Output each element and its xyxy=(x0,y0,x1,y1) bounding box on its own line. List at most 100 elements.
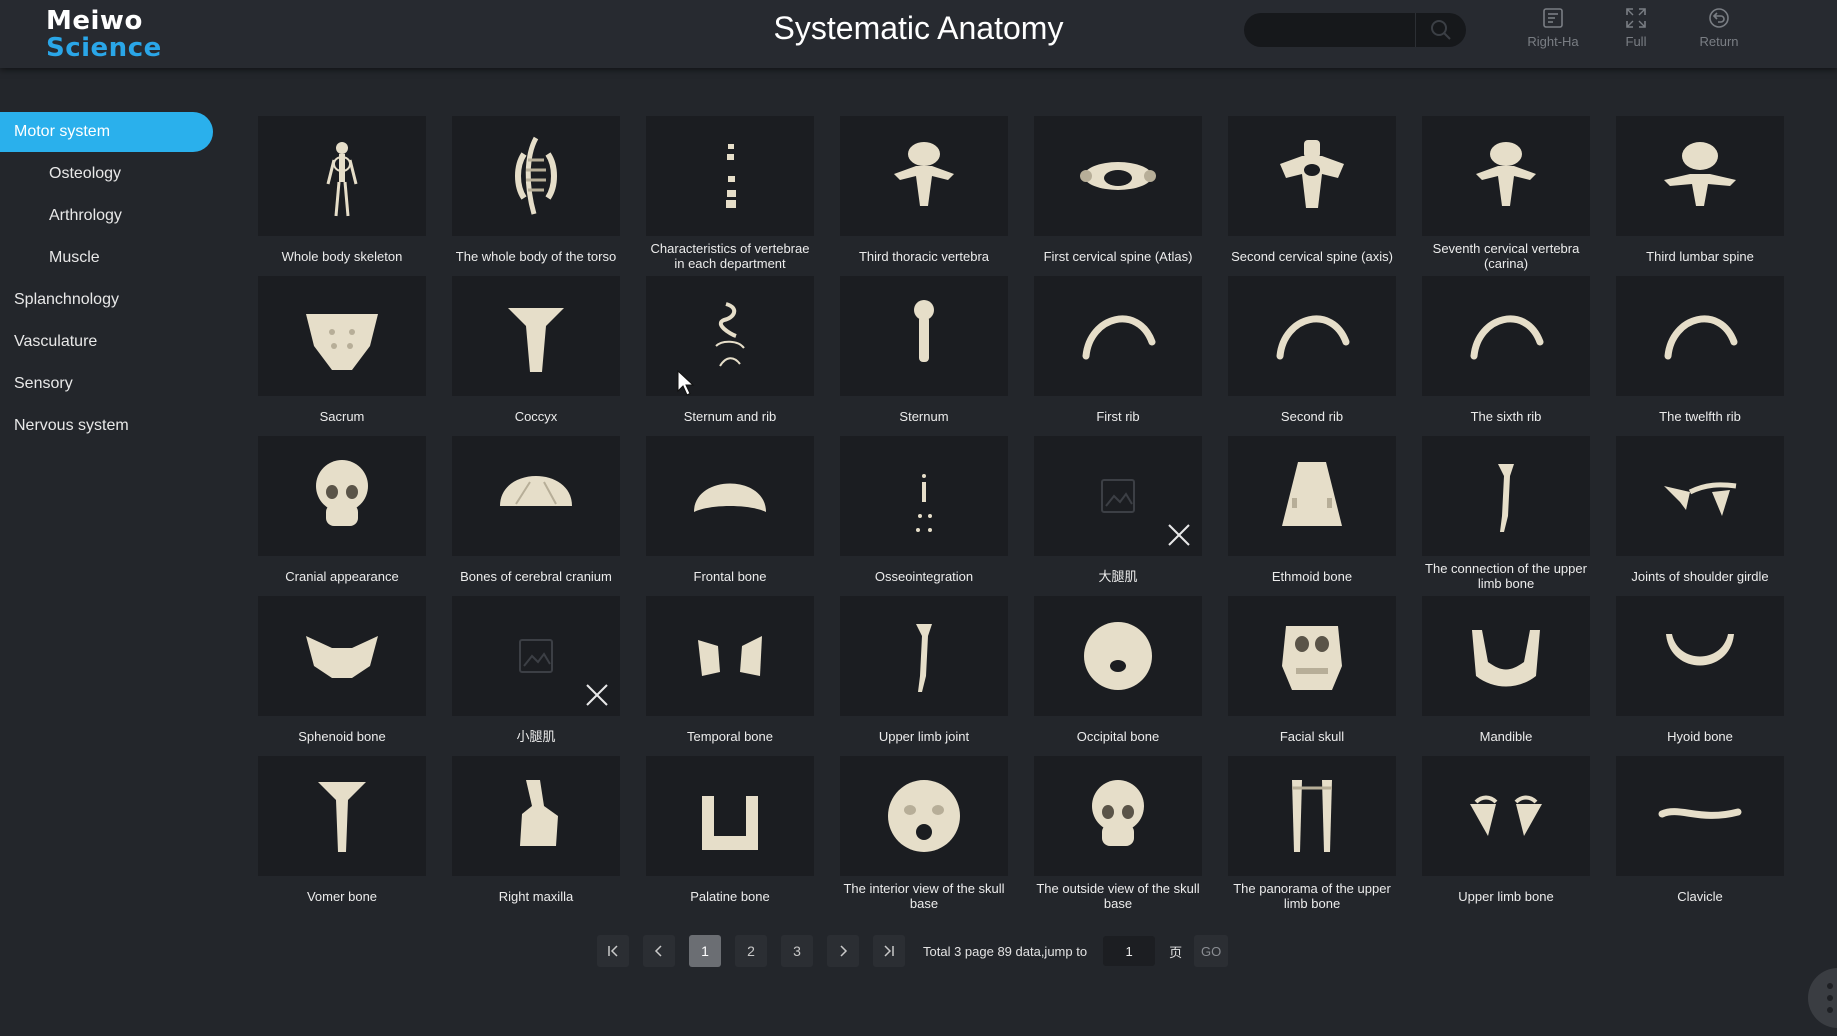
model-card[interactable]: Third lumbar spine xyxy=(1616,116,1784,276)
page-button-3[interactable]: 3 xyxy=(781,935,813,967)
model-card[interactable]: Second cervical spine (axis) xyxy=(1228,116,1396,276)
model-card[interactable]: Third thoracic vertebra xyxy=(840,116,1008,276)
model-thumbnail xyxy=(1034,436,1202,556)
model-caption: Sphenoid bone xyxy=(298,728,386,744)
sidebar-item-motor-system[interactable]: Motor system xyxy=(0,112,213,152)
model-caption: Bones of cerebral cranium xyxy=(460,568,612,584)
model-caption: Sacrum xyxy=(319,408,365,424)
sphenoid-bone-icon xyxy=(306,636,378,678)
model-card[interactable]: Joints of shoulder girdle xyxy=(1616,436,1784,596)
model-caption: Osseointegration xyxy=(874,568,974,584)
model-card[interactable]: Cranial appearance xyxy=(258,436,426,596)
model-card[interactable]: Clavicle xyxy=(1616,756,1784,916)
model-card[interactable]: Vomer bone xyxy=(258,756,426,916)
model-card[interactable]: Sacrum xyxy=(258,276,426,436)
full-screen-button[interactable]: Full xyxy=(1596,6,1676,49)
right-hand-button[interactable]: Right-Ha xyxy=(1513,6,1593,49)
temporal-bone-icon xyxy=(698,636,762,676)
menu-dot-icon xyxy=(1827,995,1833,1001)
model-card[interactable]: Osseointegration xyxy=(840,436,1008,596)
model-caption: Sternum xyxy=(899,408,949,424)
model-card[interactable]: Upper limb joint xyxy=(840,596,1008,756)
model-card[interactable]: Whole body skeleton xyxy=(258,116,426,276)
model-card[interactable]: Temporal bone xyxy=(646,596,814,756)
model-caption: Palatine bone xyxy=(690,888,770,904)
model-card[interactable]: Characteristics of vertebrae in each dep… xyxy=(646,116,814,276)
sidebar-item-sensory[interactable]: Sensory xyxy=(0,364,214,404)
model-card[interactable]: The panorama of the upper limb bone xyxy=(1228,756,1396,916)
model-caption: Frontal bone xyxy=(693,568,767,584)
model-thumbnail xyxy=(1228,116,1396,236)
sidebar-item-muscle[interactable]: Muscle xyxy=(0,238,214,278)
model-card[interactable]: Frontal bone xyxy=(646,436,814,596)
model-card[interactable]: Right maxilla xyxy=(452,756,620,916)
page-button-1[interactable]: 1 xyxy=(689,935,721,967)
model-card[interactable]: 大腿肌 xyxy=(1034,436,1202,596)
last-page-button[interactable] xyxy=(873,935,905,967)
vomer-bone-icon xyxy=(318,782,366,852)
model-thumbnail xyxy=(258,116,426,236)
model-thumbnail xyxy=(646,276,814,396)
sidebar-item-vasculature[interactable]: Vasculature xyxy=(0,322,214,362)
chevron-left-icon xyxy=(654,945,662,957)
rib-icon xyxy=(1276,315,1350,360)
rib-icon xyxy=(1082,315,1156,360)
spine-torso-icon xyxy=(515,136,557,215)
model-card[interactable]: Second rib xyxy=(1228,276,1396,436)
model-card[interactable]: The connection of the upper limb bone xyxy=(1422,436,1590,596)
model-card[interactable]: Palatine bone xyxy=(646,756,814,916)
model-card[interactable]: The outside view of the skull base xyxy=(1034,756,1202,916)
model-card[interactable]: Hyoid bone xyxy=(1616,596,1784,756)
model-card[interactable]: Sternum xyxy=(840,276,1008,436)
close-icon[interactable] xyxy=(1166,522,1192,548)
model-card[interactable]: 小腿肌 xyxy=(452,596,620,756)
page-button-2[interactable]: 2 xyxy=(735,935,767,967)
model-card[interactable]: Occipital bone xyxy=(1034,596,1202,756)
arm-bones-pair-icon xyxy=(1292,780,1332,852)
model-card[interactable]: First rib xyxy=(1034,276,1202,436)
sidebar-item-arthrology[interactable]: Arthrology xyxy=(0,196,214,236)
model-card[interactable]: Mandible xyxy=(1422,596,1590,756)
prev-page-button[interactable] xyxy=(643,935,675,967)
occipital-bone-icon xyxy=(1084,622,1152,690)
model-card[interactable]: Bones of cerebral cranium xyxy=(452,436,620,596)
model-thumbnail xyxy=(258,276,426,396)
model-caption: First cervical spine (Atlas) xyxy=(1043,248,1193,264)
page-unit-label: 页 xyxy=(1169,944,1183,960)
model-caption: Temporal bone xyxy=(687,728,773,744)
sidebar-item-splanchnology[interactable]: Splanchnology xyxy=(0,280,214,320)
model-card[interactable]: Sternum and rib xyxy=(646,276,814,436)
close-icon[interactable] xyxy=(584,682,610,708)
model-card[interactable]: The interior view of the skull base xyxy=(840,756,1008,916)
search-button[interactable] xyxy=(1415,13,1466,47)
model-card[interactable]: Ethmoid bone xyxy=(1228,436,1396,596)
first-page-button[interactable] xyxy=(597,935,629,967)
model-card[interactable]: The sixth rib xyxy=(1422,276,1590,436)
model-card[interactable]: The twelfth rib xyxy=(1616,276,1784,436)
jump-page-input[interactable] xyxy=(1103,936,1156,966)
floating-menu-button[interactable] xyxy=(1808,968,1837,1028)
model-card[interactable]: Facial skull xyxy=(1228,596,1396,756)
logo: Meiwo Science xyxy=(46,8,162,61)
model-card[interactable]: Coccyx xyxy=(452,276,620,436)
pagination-summary: Total 3 page 89 data,jump to xyxy=(923,943,1088,959)
model-card[interactable]: Upper limb bone xyxy=(1422,756,1590,916)
next-page-button[interactable] xyxy=(827,935,859,967)
model-card[interactable]: Sphenoid bone xyxy=(258,596,426,756)
model-card[interactable]: First cervical spine (Atlas) xyxy=(1034,116,1202,276)
search-input[interactable] xyxy=(1256,17,1410,45)
ethmoid-bone-icon xyxy=(1282,462,1342,526)
model-card[interactable]: Seventh cervical vertebra (carina) xyxy=(1422,116,1590,276)
model-grid: Whole body skeleton The whole body of the… xyxy=(258,116,1784,916)
sidebar-item-nervous-system[interactable]: Nervous system xyxy=(0,406,214,446)
model-card[interactable]: The whole body of the torso xyxy=(452,116,620,276)
model-caption: 大腿肌 xyxy=(1098,568,1138,584)
go-button[interactable]: GO xyxy=(1194,935,1229,967)
return-button[interactable]: Return xyxy=(1679,6,1759,49)
model-thumbnail xyxy=(1228,596,1396,716)
model-thumbnail xyxy=(1616,276,1784,396)
sidebar-item-osteology[interactable]: Osteology xyxy=(0,154,214,194)
model-thumbnail xyxy=(840,276,1008,396)
facial-skull-icon xyxy=(1282,626,1342,690)
right-hand-label: Right-Ha xyxy=(1527,34,1579,49)
